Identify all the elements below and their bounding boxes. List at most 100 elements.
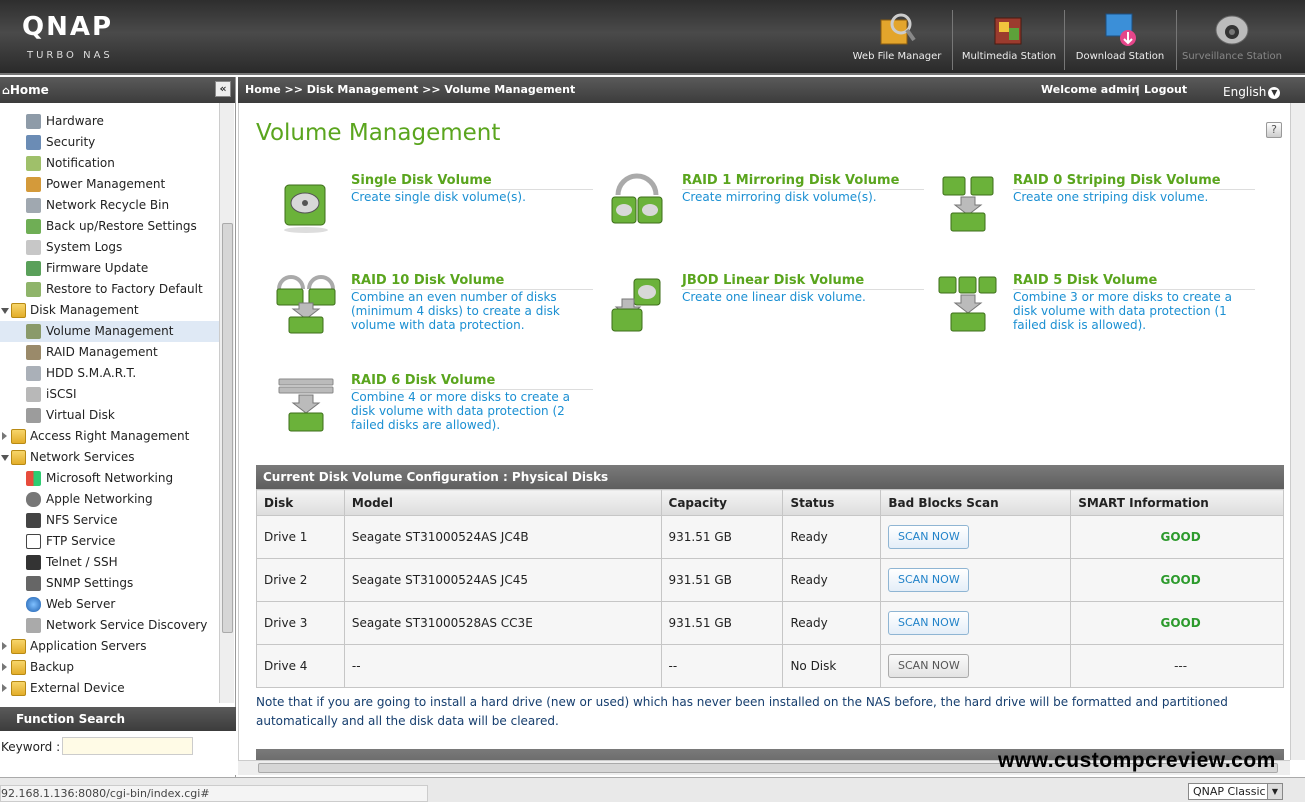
sidebar-item-snmp-settings[interactable]: SNMP Settings xyxy=(0,573,219,594)
scan-now-button[interactable]: SCAN NOW xyxy=(888,611,970,635)
help-icon[interactable]: ? xyxy=(1266,122,1282,138)
sidebar-item-network-recycle-bin[interactable]: Network Recycle Bin xyxy=(0,195,219,216)
sidebar-item-microsoft-networking[interactable]: Microsoft Networking xyxy=(0,468,219,489)
breadcrumb[interactable]: Home >> Disk Management >> Volume Manage… xyxy=(245,77,575,103)
sidebar-scroll-thumb[interactable] xyxy=(222,223,233,633)
option-raid6[interactable]: RAID 6 Disk Volume Combine 4 or more dis… xyxy=(275,373,595,463)
sidebar-item-label: Network Services xyxy=(30,450,135,464)
folder-icon xyxy=(11,450,26,465)
sidebar-item-raid-management[interactable]: RAID Management xyxy=(0,342,219,363)
option-description[interactable]: Combine 3 or more disks to create a disk… xyxy=(1013,290,1253,332)
model-cell: Seagate ST31000528AS CC3E xyxy=(343,601,662,645)
option-raid1-mirroring[interactable]: RAID 1 Mirroring Disk Volume Create mirr… xyxy=(606,173,926,263)
scan-now-button[interactable]: SCAN NOW xyxy=(888,525,970,549)
option-title[interactable]: RAID 5 Disk Volume xyxy=(1013,273,1255,290)
function-search-panel: Keyword : xyxy=(0,731,236,775)
smart-cell[interactable]: GOOD xyxy=(1070,558,1284,602)
option-description[interactable]: Combine 4 or more disks to create a disk… xyxy=(351,390,591,432)
capacity-cell: 931.51 GB xyxy=(660,558,784,602)
scan-cell: SCAN NOW xyxy=(880,515,1072,559)
logout-link[interactable]: Logout xyxy=(1144,77,1187,103)
option-raid5[interactable]: RAID 5 Disk Volume Combine 3 or more dis… xyxy=(937,273,1257,363)
sidebar-item-telnet-ssh[interactable]: Telnet / SSH xyxy=(0,552,219,573)
multimedia-station-icon xyxy=(994,17,1022,45)
expand-arrow-icon[interactable] xyxy=(2,684,7,692)
option-title[interactable]: RAID 6 Disk Volume xyxy=(351,373,593,390)
sidebar-item-security[interactable]: Security xyxy=(0,132,219,153)
surveillance-station-button[interactable]: Surveillance Station xyxy=(1177,10,1287,68)
status-cell: No Disk xyxy=(782,644,882,688)
option-raid10[interactable]: RAID 10 Disk Volume Combine an even numb… xyxy=(275,273,595,363)
sidebar-item-apple-networking[interactable]: Apple Networking xyxy=(0,489,219,510)
surveillance-station-label: Surveillance Station xyxy=(1181,51,1283,62)
collapse-sidebar-button[interactable]: « xyxy=(215,81,231,97)
raid1-mirror-icon xyxy=(611,173,663,224)
capacity-cell: -- xyxy=(660,644,784,688)
sidebar-item-external-device[interactable]: External Device xyxy=(0,678,219,699)
theme-select[interactable]: QNAP Classic ▼ xyxy=(1188,783,1283,800)
expand-arrow-icon[interactable] xyxy=(2,663,7,671)
expand-arrow-icon[interactable] xyxy=(1,308,9,314)
expand-arrow-icon[interactable] xyxy=(2,642,7,650)
option-title[interactable]: RAID 0 Striping Disk Volume xyxy=(1013,173,1255,190)
option-description[interactable]: Create single disk volume(s). xyxy=(351,190,591,204)
sidebar-item-access-right-management[interactable]: Access Right Management xyxy=(0,426,219,447)
sidebar-item-virtual-disk[interactable]: Virtual Disk xyxy=(0,405,219,426)
header-separator: | xyxy=(1136,83,1141,96)
smart-cell[interactable]: GOOD xyxy=(1070,601,1284,645)
option-description[interactable]: Create one striping disk volume. xyxy=(1013,190,1253,204)
recycle-bin-icon xyxy=(26,198,41,213)
sidebar-title[interactable]: Home xyxy=(10,83,49,97)
sidebar-item-disk-management[interactable]: Disk Management xyxy=(0,300,219,321)
surveillance-station-icon xyxy=(1215,15,1249,45)
sidebar-item-hdd-smart[interactable]: HDD S.M.A.R.T. xyxy=(0,363,219,384)
option-description[interactable]: Create mirroring disk volume(s). xyxy=(682,190,922,204)
sidebar-item-backup[interactable]: Backup xyxy=(0,657,219,678)
sidebar-item-label: Firmware Update xyxy=(46,261,149,275)
option-description[interactable]: Create one linear disk volume. xyxy=(682,290,922,304)
sidebar-item-firmware-update[interactable]: Firmware Update xyxy=(0,258,219,279)
option-raid0-striping[interactable]: RAID 0 Striping Disk Volume Create one s… xyxy=(937,173,1257,263)
single-disk-icon xyxy=(284,184,328,233)
status-cell: Ready xyxy=(782,601,882,645)
web-file-manager-button[interactable]: Web File Manager xyxy=(842,10,952,68)
sidebar-item-power-management[interactable]: Power Management xyxy=(0,174,219,195)
keyword-input[interactable] xyxy=(62,737,193,755)
sidebar-item-label: Web Server xyxy=(46,597,116,611)
smart-cell[interactable]: GOOD xyxy=(1070,515,1284,559)
scan-now-button[interactable]: SCAN NOW xyxy=(888,568,970,592)
windows-icon xyxy=(26,471,41,486)
sidebar-item-label: NFS Service xyxy=(46,513,118,527)
option-single-disk-volume[interactable]: Single Disk Volume Create single disk vo… xyxy=(275,173,595,263)
status-cell: Ready xyxy=(782,515,882,559)
sidebar-item-network-services[interactable]: Network Services xyxy=(0,447,219,468)
option-title[interactable]: JBOD Linear Disk Volume xyxy=(682,273,924,290)
sidebar-item-volume-management[interactable]: Volume Management xyxy=(0,321,219,342)
expand-arrow-icon[interactable] xyxy=(1,455,9,461)
option-description[interactable]: Combine an even number of disks (minimum… xyxy=(351,290,591,332)
sidebar-item-ftp-service[interactable]: FTP Service xyxy=(0,531,219,552)
expand-arrow-icon[interactable] xyxy=(2,432,7,440)
content-vertical-scrollbar[interactable] xyxy=(1290,103,1305,760)
option-title[interactable]: RAID 10 Disk Volume xyxy=(351,273,593,290)
sidebar-item-web-server[interactable]: Web Server xyxy=(0,594,219,615)
multimedia-station-button[interactable]: Multimedia Station xyxy=(954,10,1064,68)
sidebar-item-nfs-service[interactable]: NFS Service xyxy=(0,510,219,531)
sidebar-item-system-logs[interactable]: System Logs xyxy=(0,237,219,258)
chevron-down-icon: ▼ xyxy=(1268,86,1281,99)
raid6-icon xyxy=(278,378,334,432)
main-content: Volume Management ? Single Disk Volume C… xyxy=(238,103,1290,760)
sidebar-item-network-service-discovery[interactable]: Network Service Discovery xyxy=(0,615,219,636)
option-title[interactable]: RAID 1 Mirroring Disk Volume xyxy=(682,173,924,190)
download-station-button[interactable]: Download Station xyxy=(1065,10,1175,68)
option-jbod-linear[interactable]: JBOD Linear Disk Volume Create one linea… xyxy=(606,273,926,363)
sidebar-item-notification[interactable]: Notification xyxy=(0,153,219,174)
sidebar-item-application-servers[interactable]: Application Servers xyxy=(0,636,219,657)
sidebar-item-restore-factory-default[interactable]: Restore to Factory Default xyxy=(0,279,219,300)
sidebar-item-hardware[interactable]: Hardware xyxy=(0,111,219,132)
sidebar-item-iscsi[interactable]: iSCSI xyxy=(0,384,219,405)
language-selector[interactable]: English ▼ xyxy=(1223,79,1281,105)
sidebar-scrollbar[interactable] xyxy=(219,103,234,703)
sidebar-item-backup-restore-settings[interactable]: Back up/Restore Settings xyxy=(0,216,219,237)
option-title[interactable]: Single Disk Volume xyxy=(351,173,593,190)
